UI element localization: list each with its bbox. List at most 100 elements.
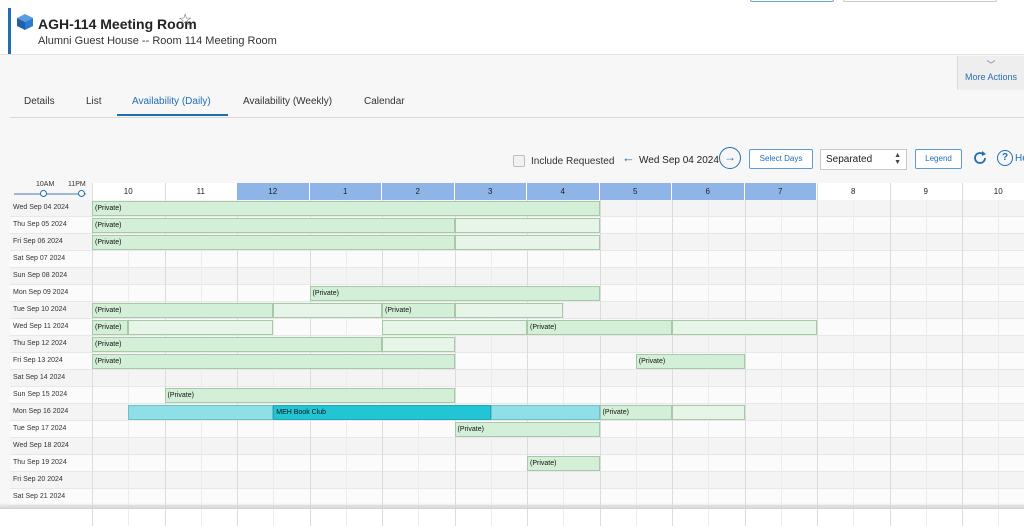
bottom-edge: [0, 503, 1024, 509]
hour-header-cell: 10: [92, 183, 165, 200]
day-label: Sat Sep 07 2024: [13, 255, 66, 262]
booking-block[interactable]: (Private): [599, 405, 672, 420]
day-label: Wed Sep 04 2024: [13, 204, 69, 211]
range-start-label: 10AM: [36, 181, 55, 188]
booking-meh-book-club[interactable]: MEH Book Club: [273, 405, 491, 420]
grid-line: [599, 200, 601, 526]
booking-block[interactable]: [128, 320, 274, 335]
more-actions-label: More Actions: [964, 72, 1018, 82]
hour-header-cell: 3: [454, 183, 527, 200]
day-label: Sun Sep 15 2024: [13, 391, 68, 398]
view-mode-value: Separated: [826, 154, 873, 165]
hour-header-cell: 7: [744, 183, 817, 200]
booking-block[interactable]: (Private): [382, 303, 455, 318]
grid-line: [853, 200, 855, 526]
day-label: Thu Sep 12 2024: [13, 340, 67, 347]
page-header: AGH-114 Meeting Room ☆ Alumni Guest Hous…: [0, 0, 1024, 55]
page-title: AGH-114 Meeting Room: [38, 16, 197, 32]
day-label: Fri Sep 06 2024: [13, 238, 63, 245]
booking-block[interactable]: (Private): [92, 218, 455, 233]
booking-block[interactable]: (Private): [92, 337, 382, 352]
help-label: He: [1015, 153, 1024, 164]
day-label: Sat Sep 21 2024: [13, 493, 66, 500]
hour-header-cell: 8: [817, 183, 890, 200]
day-label: Thu Sep 05 2024: [13, 221, 67, 228]
day-label: Wed Sep 11 2024: [13, 323, 69, 330]
tab-availability-daily[interactable]: Availability (Daily): [132, 96, 211, 107]
booking-block[interactable]: (Private): [527, 456, 600, 471]
day-label: Fri Sep 13 2024: [13, 357, 63, 364]
booking-block[interactable]: (Private): [92, 320, 129, 335]
hour-header-cell: 2: [382, 183, 455, 200]
tab-bar: Details List Availability (Daily) Availa…: [10, 90, 1024, 118]
hour-header-cell: 6: [672, 183, 745, 200]
booking-block[interactable]: [128, 405, 274, 420]
hour-header-cell: 11: [164, 183, 237, 200]
range-end-handle[interactable]: [78, 190, 85, 197]
booking-block[interactable]: (Private): [454, 422, 600, 437]
grid-line: [962, 200, 963, 526]
header-search-input[interactable]: [843, 0, 997, 2]
booking-block[interactable]: (Private): [309, 286, 600, 301]
select-caret-icon: ▲ ▼: [894, 152, 901, 166]
booking-block[interactable]: [672, 320, 817, 335]
more-actions-button[interactable]: ﹀ More Actions: [957, 56, 1024, 90]
range-track: [14, 193, 86, 195]
booking-block[interactable]: (Private): [92, 201, 600, 216]
day-label: Wed Sep 18 2024: [13, 442, 69, 449]
booking-block[interactable]: (Private): [92, 303, 274, 318]
include-requested-checkbox[interactable]: [513, 155, 525, 167]
day-label: Fri Sep 20 2024: [13, 476, 63, 483]
grid-line: [925, 200, 927, 526]
page-subtitle: Alumni Guest House -- Room 114 Meeting R…: [38, 35, 277, 47]
booking-block[interactable]: (Private): [92, 235, 455, 250]
booking-block[interactable]: (Private): [92, 354, 455, 369]
tab-details[interactable]: Details: [24, 96, 55, 107]
cube-icon: [17, 14, 33, 30]
legend-button[interactable]: Legend: [915, 149, 962, 169]
booking-block[interactable]: (Private): [635, 354, 745, 369]
previous-date-arrow-icon[interactable]: ←: [622, 150, 635, 165]
hour-header-cell: 12: [237, 183, 310, 200]
grid-line: [889, 200, 891, 526]
hour-header-cell: 9: [889, 183, 962, 200]
hour-header-cell: 5: [599, 183, 672, 200]
grid-line: [998, 200, 1000, 526]
range-end-label: 11PM: [68, 181, 86, 188]
hour-header-cell: 10: [962, 183, 1024, 200]
booking-block[interactable]: [454, 218, 600, 233]
booking-block[interactable]: [454, 235, 600, 250]
range-start-handle[interactable]: [40, 190, 47, 197]
booking-block[interactable]: [490, 405, 600, 420]
booking-block[interactable]: [382, 320, 527, 335]
day-label: Tue Sep 17 2024: [13, 425, 67, 432]
current-date-label: Wed Sep 04 2024: [639, 155, 719, 166]
tab-list[interactable]: List: [86, 96, 102, 107]
select-days-button[interactable]: Select Days: [749, 149, 813, 169]
next-date-arrow-icon[interactable]: →: [719, 147, 741, 169]
day-label: Thu Sep 19 2024: [13, 459, 67, 466]
favorite-star-icon[interactable]: ☆: [178, 12, 192, 30]
booking-block[interactable]: (Private): [164, 388, 455, 403]
booking-block[interactable]: [672, 405, 745, 420]
day-label: Sun Sep 08 2024: [13, 272, 68, 279]
day-label: Mon Sep 09 2024: [13, 289, 69, 296]
booking-block[interactable]: (Private): [527, 320, 672, 335]
grid-line: [744, 200, 746, 526]
day-label: Mon Sep 16 2024: [13, 408, 69, 415]
tab-calendar[interactable]: Calendar: [364, 96, 405, 107]
tab-availability-weekly[interactable]: Availability (Weekly): [243, 96, 332, 107]
booking-block[interactable]: [273, 303, 382, 318]
booking-block[interactable]: [382, 337, 455, 352]
booking-block[interactable]: [454, 303, 564, 318]
day-label: Tue Sep 10 2024: [13, 306, 67, 313]
grid-line: [817, 200, 818, 526]
chevron-down-icon: ﹀: [986, 60, 996, 70]
view-mode-select[interactable]: Separated ▲ ▼: [820, 149, 907, 170]
hour-header-cell: 4: [527, 183, 600, 200]
include-requested-label: Include Requested: [531, 156, 615, 167]
header-primary-button[interactable]: [750, 0, 834, 2]
hour-header-cell: 1: [309, 183, 382, 200]
refresh-icon[interactable]: [972, 150, 988, 166]
help-icon[interactable]: ?: [997, 150, 1013, 166]
